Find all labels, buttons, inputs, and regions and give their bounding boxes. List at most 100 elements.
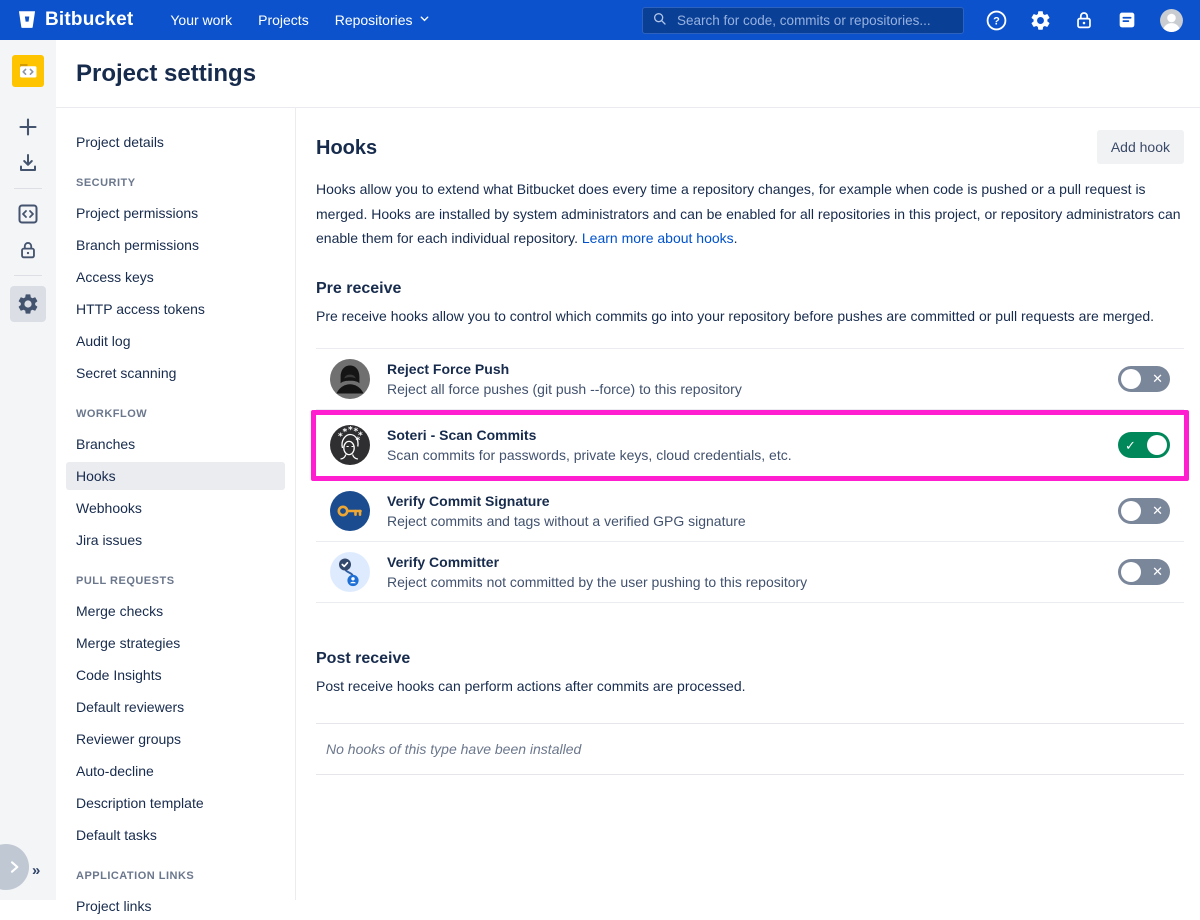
gear-icon[interactable] xyxy=(1029,9,1052,32)
sidebar-section-workflow: WORKFLOW xyxy=(76,408,275,420)
hooks-content: Hooks Add hook Hooks allow you to extend… xyxy=(296,108,1200,900)
toggle-on-icon: ✓ xyxy=(1121,439,1140,452)
sidebar-item-http-access-tokens[interactable]: HTTP access tokens xyxy=(66,295,285,323)
toggle-verify-committer[interactable]: ✕ xyxy=(1118,559,1170,585)
sidebar-item-auto-decline[interactable]: Auto-decline xyxy=(66,757,285,785)
hook-description: Reject all force pushes (git push --forc… xyxy=(387,381,742,397)
toggle-knob xyxy=(1121,501,1141,521)
hook-name: Verify Commit Signature xyxy=(387,493,746,509)
post-receive-empty-state: No hooks of this type have been installe… xyxy=(316,723,1184,775)
sidebar-section-pull-requests: PULL REQUESTS xyxy=(76,575,275,587)
page-header: Project settings xyxy=(56,40,1200,108)
sidebar-item-branch-permissions[interactable]: Branch permissions xyxy=(66,231,285,259)
sidebar-item-reviewer-groups[interactable]: Reviewer groups xyxy=(66,725,285,753)
page-title: Project settings xyxy=(76,60,256,88)
sidebar-item-default-tasks[interactable]: Default tasks xyxy=(66,821,285,849)
clone-icon[interactable] xyxy=(16,151,40,175)
hook-texts: Verify Committer Reject commits not comm… xyxy=(387,554,807,590)
sidebar-item-secret-scanning[interactable]: Secret scanning xyxy=(66,359,285,387)
nav-projects[interactable]: Projects xyxy=(258,12,309,28)
toggle-verify-commit-signature[interactable]: ✕ xyxy=(1118,498,1170,524)
sidebar-item-merge-strategies[interactable]: Merge strategies xyxy=(66,629,285,657)
global-search[interactable] xyxy=(642,7,964,34)
hooks-intro: Hooks allow you to extend what Bitbucket… xyxy=(316,177,1184,251)
soteri-avatar: ****** xyxy=(330,425,370,465)
feedback-icon[interactable] xyxy=(1116,9,1138,31)
nav-your-work[interactable]: Your work xyxy=(170,12,232,28)
hook-row-soteri-scan-commits: ****** Soteri - Scan Commits Scan commit… xyxy=(316,415,1184,476)
sidebar-item-project-details[interactable]: Project details xyxy=(66,128,285,156)
sidebar-item-description-template[interactable]: Description template xyxy=(66,789,285,817)
sidebar-item-default-reviewers[interactable]: Default reviewers xyxy=(66,693,285,721)
bitbucket-bucket-icon xyxy=(16,8,38,33)
sidebar-item-code-insights[interactable]: Code Insights xyxy=(66,661,285,689)
code-icon[interactable] xyxy=(16,202,40,226)
settings-gear-icon[interactable] xyxy=(10,286,46,322)
toggle-off-icon: ✕ xyxy=(1148,504,1167,517)
sidebar-item-access-keys[interactable]: Access keys xyxy=(66,263,285,291)
rail-divider xyxy=(14,188,42,189)
learn-more-link[interactable]: Learn more about hooks xyxy=(582,230,734,246)
topnav-right: ? xyxy=(642,7,1184,34)
sidebar-section-application-links: APPLICATION LINKS xyxy=(76,870,275,882)
highlight-box: ****** Soteri - Scan Commits Scan commit… xyxy=(311,410,1189,481)
create-icon[interactable] xyxy=(16,115,40,139)
sidebar-item-jira-issues[interactable]: Jira issues xyxy=(66,526,285,554)
sidebar-item-project-links[interactable]: Project links xyxy=(66,892,285,920)
hook-row-verify-commit-signature: Verify Commit Signature Reject commits a… xyxy=(316,481,1184,542)
hook-texts: Reject Force Push Reject all force pushe… xyxy=(387,361,742,397)
chevron-down-icon xyxy=(418,12,431,28)
lock-icon[interactable] xyxy=(1073,9,1095,31)
gold-key-avatar xyxy=(330,491,370,531)
toggle-knob xyxy=(1121,562,1141,582)
post-receive-description: Post receive hooks can perform actions a… xyxy=(316,675,1184,698)
help-icon[interactable]: ? xyxy=(985,9,1008,32)
rail-divider xyxy=(14,275,42,276)
toggle-reject-force-push[interactable]: ✕ xyxy=(1118,366,1170,392)
sidebar-section-security: SECURITY xyxy=(76,177,275,189)
toggle-knob xyxy=(1147,435,1167,455)
sidebar-item-audit-log[interactable]: Audit log xyxy=(66,327,285,355)
toggle-soteri-scan-commits[interactable]: ✓ xyxy=(1118,432,1170,458)
hook-texts: Soteri - Scan Commits Scan commits for p… xyxy=(387,427,792,463)
brand-name: Bitbucket xyxy=(45,9,133,31)
bitbucket-logo[interactable]: Bitbucket xyxy=(16,8,133,33)
hook-texts: Verify Commit Signature Reject commits a… xyxy=(387,493,746,529)
hook-description: Reject commits not committed by the user… xyxy=(387,574,807,590)
sidebar-item-project-permissions[interactable]: Project permissions xyxy=(66,199,285,227)
icon-rail: » xyxy=(0,40,56,900)
hooks-title: Hooks xyxy=(316,137,377,160)
sidebar-item-merge-checks[interactable]: Merge checks xyxy=(66,597,285,625)
pre-receive-title: Pre receive xyxy=(316,280,1184,298)
settings-sidebar: Project details SECURITY Project permiss… xyxy=(56,108,296,900)
hook-name: Reject Force Push xyxy=(387,361,742,377)
nav-repositories[interactable]: Repositories xyxy=(335,12,431,28)
svg-text:?: ? xyxy=(993,15,1000,27)
search-input[interactable] xyxy=(675,12,954,29)
sidebar-item-branches[interactable]: Branches xyxy=(66,430,285,458)
expand-sidebar-icon[interactable]: » xyxy=(32,862,40,879)
hook-name: Soteri - Scan Commits xyxy=(387,427,792,443)
darth-vader-avatar xyxy=(330,359,370,399)
avatar[interactable] xyxy=(1159,8,1184,33)
pre-receive-hook-list: Reject Force Push Reject all force pushe… xyxy=(316,348,1184,603)
toggle-off-icon: ✕ xyxy=(1148,372,1167,385)
pre-receive-description: Pre receive hooks allow you to control w… xyxy=(316,305,1184,328)
expand-sidebar-button[interactable] xyxy=(0,844,29,890)
add-hook-button[interactable]: Add hook xyxy=(1097,130,1184,164)
search-icon xyxy=(652,11,668,30)
top-navigation: Bitbucket Your work Projects Repositorie… xyxy=(0,0,1200,40)
commit-graph-avatar xyxy=(330,552,370,592)
sidebar-item-hooks[interactable]: Hooks xyxy=(66,462,285,490)
lock-icon[interactable] xyxy=(16,238,40,262)
toggle-off-icon: ✕ xyxy=(1148,565,1167,578)
sidebar-item-webhooks[interactable]: Webhooks xyxy=(66,494,285,522)
hook-description: Reject commits and tags without a verifi… xyxy=(387,513,746,529)
hook-row-verify-committer: Verify Committer Reject commits not comm… xyxy=(316,542,1184,603)
toggle-knob xyxy=(1121,369,1141,389)
project-avatar[interactable] xyxy=(12,55,44,87)
hook-description: Scan commits for passwords, private keys… xyxy=(387,447,792,463)
hook-row-reject-force-push: Reject Force Push Reject all force pushe… xyxy=(316,349,1184,410)
hook-name: Verify Committer xyxy=(387,554,807,570)
post-receive-title: Post receive xyxy=(316,650,1184,668)
